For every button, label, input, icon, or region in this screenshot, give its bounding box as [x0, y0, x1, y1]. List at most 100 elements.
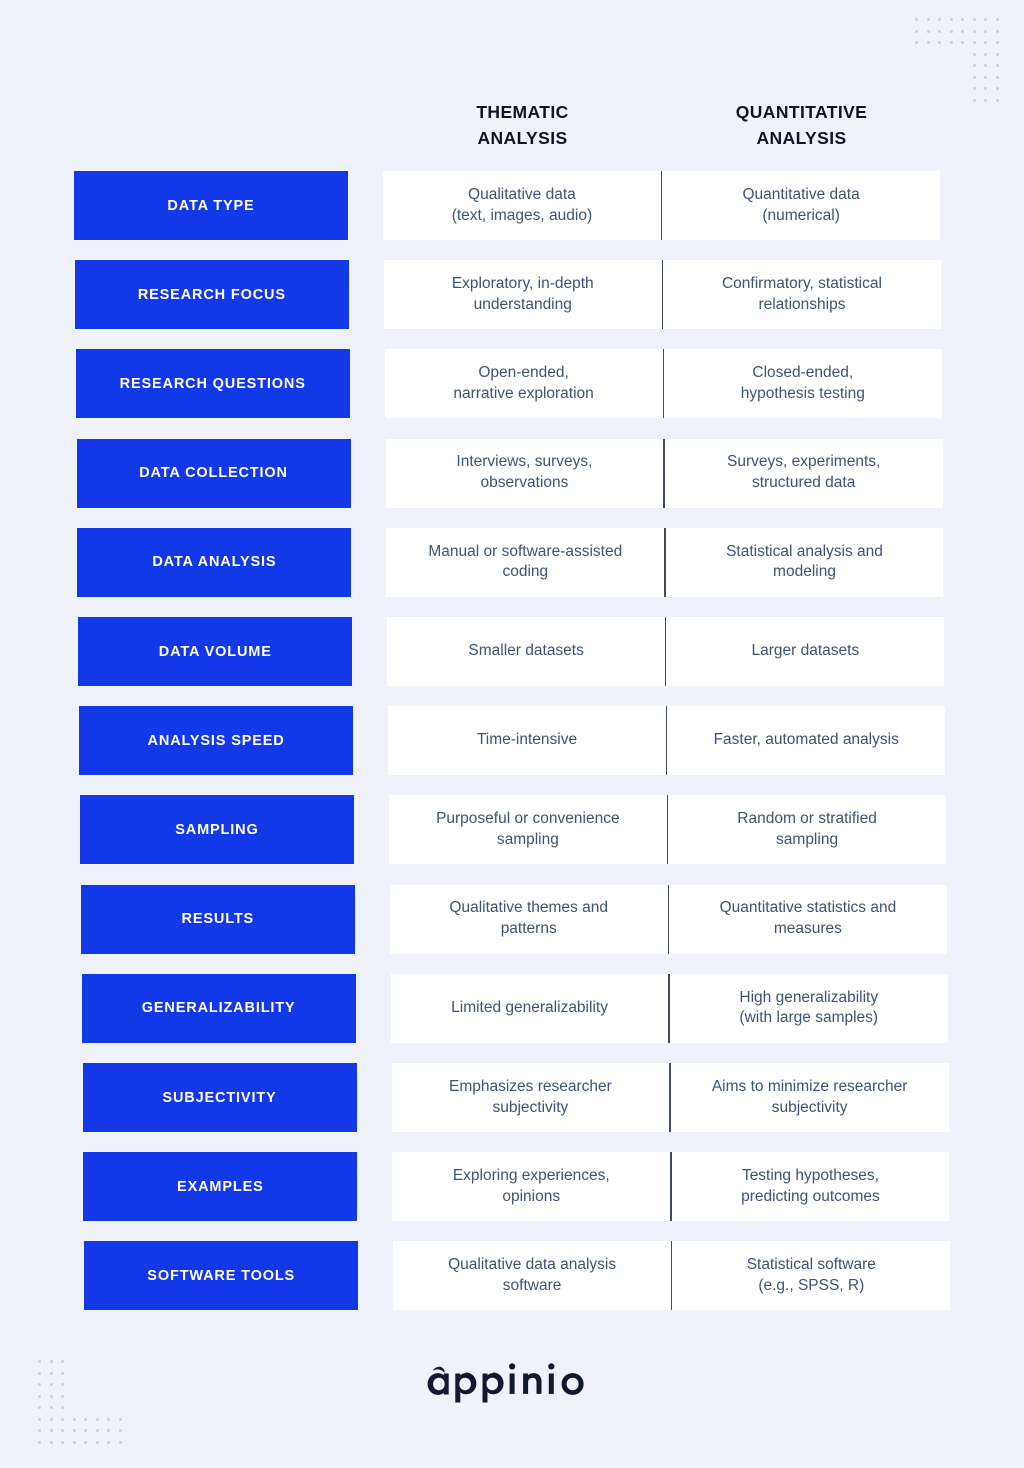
- table-row: GENERALIZABILITY Limited generalizability…: [0, 973, 1024, 1043]
- cell-quantitative: Confirmatory, statistical relationships: [721, 274, 882, 313]
- row-card: Exploring experiences, opinions Testing h…: [392, 1152, 950, 1222]
- decorative-dot: [38, 1360, 41, 1363]
- cell-thematic: Qualitative data (text, images, audio): [451, 185, 593, 224]
- cell-quantitative: Quantitative data (numerical): [742, 185, 860, 224]
- table-row: SAMPLING Purposeful or convenience sampli…: [0, 795, 1024, 865]
- decorative-dot: [49, 1360, 53, 1363]
- cell-thematic: Time-intensive: [476, 731, 578, 749]
- decorative-dot: [49, 1394, 53, 1398]
- cell-quantitative: Random or stratified sampling: [737, 810, 877, 848]
- decorative-dot: [95, 1440, 99, 1444]
- cell-thematic: Manual or software-assisted coding: [428, 542, 623, 581]
- cell-thematic: Smaller datasets: [468, 642, 584, 660]
- decorative-dot: [38, 1383, 41, 1386]
- appinio-logo: [0, 1355, 1024, 1411]
- row-card: Qualitative data analysis software Statis…: [393, 1241, 951, 1311]
- decorative-dot: [95, 1417, 99, 1421]
- row-card: Time-intensive Faster, automated analysis: [388, 706, 946, 776]
- decorative-dot: [49, 1383, 53, 1386]
- cell-quantitative: Quantitative statistics and measures: [719, 899, 897, 938]
- cell-quantitative: High generalizability (with large sample…: [739, 988, 879, 1027]
- decorative-dot: [49, 1406, 53, 1409]
- row-card: Qualitative themes and patterns Quantitat…: [389, 884, 947, 954]
- decorative-dot: [49, 1371, 53, 1375]
- decorative-dot: [61, 1417, 64, 1421]
- decorative-dot: [38, 1429, 41, 1432]
- table-row: ANALYSIS SPEED Time-intensive Faster, auto…: [0, 706, 1024, 776]
- decorative-dot: [49, 1417, 53, 1421]
- decorative-dot: [61, 1406, 64, 1409]
- decorative-dot: [49, 1429, 53, 1432]
- table-row: SOFTWARE TOOLS Qualitative data analysis …: [0, 1241, 1024, 1311]
- decorative-dot: [38, 1371, 41, 1375]
- cell-thematic: Qualitative themes and patterns: [449, 899, 608, 938]
- table-row: SUBJECTIVITY Emphasizes researcher subjec…: [0, 1063, 1024, 1132]
- row-label[interactable]: EXAMPLES: [83, 1152, 358, 1222]
- cell-quantitative: Surveys, experiments, structured data: [726, 453, 881, 492]
- decorative-dot: [38, 1440, 41, 1444]
- row-label[interactable]: GENERALIZABILITY: [81, 973, 356, 1043]
- decorative-dot: [107, 1429, 110, 1432]
- row-label[interactable]: SAMPLING: [79, 795, 354, 865]
- row-card: Qualitative data (text, images, audio) Qu…: [383, 171, 940, 240]
- row-label[interactable]: RESEARCH QUESTIONS: [75, 349, 350, 419]
- row-label[interactable]: RESULTS: [80, 884, 355, 954]
- decorative-dot-pattern-bottom-left: [38, 1360, 128, 1455]
- row-label[interactable]: DATA TYPE: [74, 171, 348, 240]
- decorative-dot: [38, 1417, 41, 1421]
- decorative-dot: [61, 1371, 64, 1375]
- row-card: Smaller datasets Larger datasets: [387, 617, 945, 686]
- row-card: Exploratory, in-depth understanding Confi…: [383, 260, 941, 330]
- row-card: Interviews, surveys, observations Surveys…: [385, 438, 943, 508]
- cell-thematic: Interviews, surveys, observations: [456, 453, 593, 492]
- decorative-dot: [72, 1429, 76, 1432]
- row-label[interactable]: DATA ANALYSIS: [77, 527, 352, 597]
- decorative-dot: [72, 1440, 76, 1444]
- cell-thematic: Open-ended, narrative exploration: [453, 364, 594, 402]
- row-card: Purposeful or convenience sampling Random…: [388, 795, 946, 865]
- row-label[interactable]: DATA COLLECTION: [76, 438, 351, 508]
- row-card: Manual or software-assisted coding Statis…: [386, 527, 944, 597]
- decorative-dot: [118, 1417, 122, 1421]
- decorative-dot: [107, 1417, 110, 1421]
- decorative-dot: [38, 1406, 41, 1409]
- decorative-dot: [38, 1394, 41, 1398]
- cell-quantitative: Testing hypotheses, predicting outcomes: [741, 1166, 880, 1205]
- decorative-dot: [84, 1417, 87, 1421]
- cell-quantitative: Aims to minimize researcher subjectivity: [711, 1077, 908, 1116]
- table-row: DATA TYPE Qualitative data (text, images,…: [0, 171, 1024, 240]
- decorative-dot: [61, 1383, 64, 1386]
- decorative-dot: [84, 1429, 87, 1432]
- decorative-dot: [49, 1440, 53, 1444]
- decorative-dot: [118, 1440, 122, 1444]
- table-row: DATA COLLECTION Interviews, surveys, obse…: [0, 438, 1024, 508]
- decorative-dot: [61, 1394, 64, 1398]
- table-row: RESULTS Qualitative themes and patterns Qu…: [0, 884, 1024, 954]
- row-label[interactable]: SUBJECTIVITY: [82, 1063, 357, 1132]
- cell-thematic: Limited generalizability: [451, 998, 608, 1016]
- row-label[interactable]: ANALYSIS SPEED: [79, 706, 354, 776]
- row-label[interactable]: DATA VOLUME: [78, 617, 353, 686]
- table-row: DATA ANALYSIS Manual or software-assisted…: [0, 527, 1024, 597]
- row-label[interactable]: RESEARCH FOCUS: [74, 260, 349, 330]
- decorative-dot: [84, 1440, 87, 1444]
- decorative-dot: [95, 1429, 99, 1432]
- cell-thematic: Purposeful or convenience sampling: [436, 810, 620, 848]
- comparison-table: DATA TYPE Qualitative data (text, images,…: [0, 0, 1024, 1340]
- cell-thematic: Emphasizes researcher subjectivity: [448, 1077, 612, 1116]
- row-card: Emphasizes researcher subjectivity Aims t…: [391, 1063, 949, 1132]
- table-row: RESEARCH QUESTIONS Open-ended, narrative …: [0, 349, 1024, 419]
- cell-quantitative: Closed-ended, hypothesis testing: [740, 364, 865, 402]
- row-label[interactable]: SOFTWARE TOOLS: [84, 1241, 359, 1311]
- cell-quantitative: Larger datasets: [751, 642, 860, 660]
- table-row: DATA VOLUME Smaller datasets Larger datase…: [0, 617, 1024, 686]
- cell-quantitative: Faster, automated analysis: [713, 731, 899, 749]
- decorative-dot: [72, 1417, 76, 1421]
- row-card: Open-ended, narrative exploration Closed-…: [384, 349, 942, 419]
- decorative-dot: [107, 1440, 110, 1444]
- table-row: RESEARCH FOCUS Exploratory, in-depth unde…: [0, 260, 1024, 330]
- cell-thematic: Exploring experiences, opinions: [452, 1166, 610, 1205]
- cell-thematic: Exploratory, in-depth understanding: [451, 274, 594, 313]
- appinio-wordmark-icon: [427, 1363, 584, 1403]
- table-row: EXAMPLES Exploring experiences, opinions T…: [0, 1152, 1024, 1222]
